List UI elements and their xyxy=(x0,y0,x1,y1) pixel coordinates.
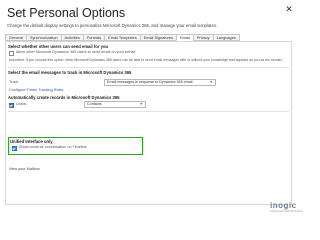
send-on-behalf-note: Important: If you choose this option, ot… xyxy=(9,58,283,62)
section-divider xyxy=(8,67,289,68)
checkbox-icon[interactable] xyxy=(9,103,14,108)
contacts-select-value: Contacts xyxy=(87,102,102,106)
track-label: Track xyxy=(9,80,19,84)
checkbox-icon[interactable] xyxy=(12,146,17,151)
checkbox-icon[interactable] xyxy=(9,51,14,56)
close-button[interactable]: ✕ xyxy=(284,4,294,14)
configure-folder-tracking-link[interactable]: Configure Folder Tracking Rules xyxy=(9,88,63,92)
inogic-logo: inogic A Microsoft Gold ISV Partner xyxy=(270,201,304,214)
tab-formats[interactable]: Formats xyxy=(82,34,106,41)
close-icon: ✕ xyxy=(285,4,293,14)
leads-label: Leads xyxy=(16,102,27,106)
track-email-heading: Select the email messages to track in Mi… xyxy=(8,70,132,75)
tab-email[interactable]: Email xyxy=(176,34,194,41)
tab-email-signatures[interactable]: Email Signatures xyxy=(139,34,178,41)
unified-interface-heading: Unified Interface only xyxy=(10,139,53,144)
track-select[interactable]: Email messages in response to Dynamics 3… xyxy=(104,79,216,86)
tab-synchronization[interactable]: Synchronization xyxy=(25,34,62,41)
section-divider xyxy=(8,111,289,112)
contacts-select[interactable]: Contacts ▼ xyxy=(84,101,146,108)
auto-create-heading: Automatically create records in Microsof… xyxy=(8,95,120,100)
logo-tagline: A Microsoft Gold ISV Partner xyxy=(270,210,304,213)
tab-strip: General Synchronization Activities Forma… xyxy=(5,34,245,41)
dialog-title: Set Personal Options xyxy=(7,6,126,20)
tab-email-templates[interactable]: Email Templates xyxy=(104,34,141,41)
view-mailbox-link[interactable]: View your Mailbox xyxy=(9,167,40,171)
tab-privacy[interactable]: Privacy xyxy=(192,34,214,41)
chevron-down-icon: ▼ xyxy=(209,80,213,84)
tab-general[interactable]: General xyxy=(5,34,27,41)
email-options-panel: Select whether other users can send emai… xyxy=(5,41,292,205)
logo-wordmark: inogic xyxy=(270,201,297,210)
conversation-timeline-option: Show email as conversation on Timeline xyxy=(19,145,87,149)
tab-languages[interactable]: Languages xyxy=(212,34,240,41)
send-on-behalf-heading: Select whether other users can send emai… xyxy=(8,44,109,49)
send-on-behalf-option: Allow other Microsoft Dynamics 365 users… xyxy=(16,50,136,54)
chevron-down-icon: ▼ xyxy=(139,102,143,106)
tab-activities[interactable]: Activities xyxy=(60,34,84,41)
dialog-description: Change the default display settings to p… xyxy=(7,23,218,28)
track-select-value: Email messages in response to Dynamics 3… xyxy=(107,80,193,84)
